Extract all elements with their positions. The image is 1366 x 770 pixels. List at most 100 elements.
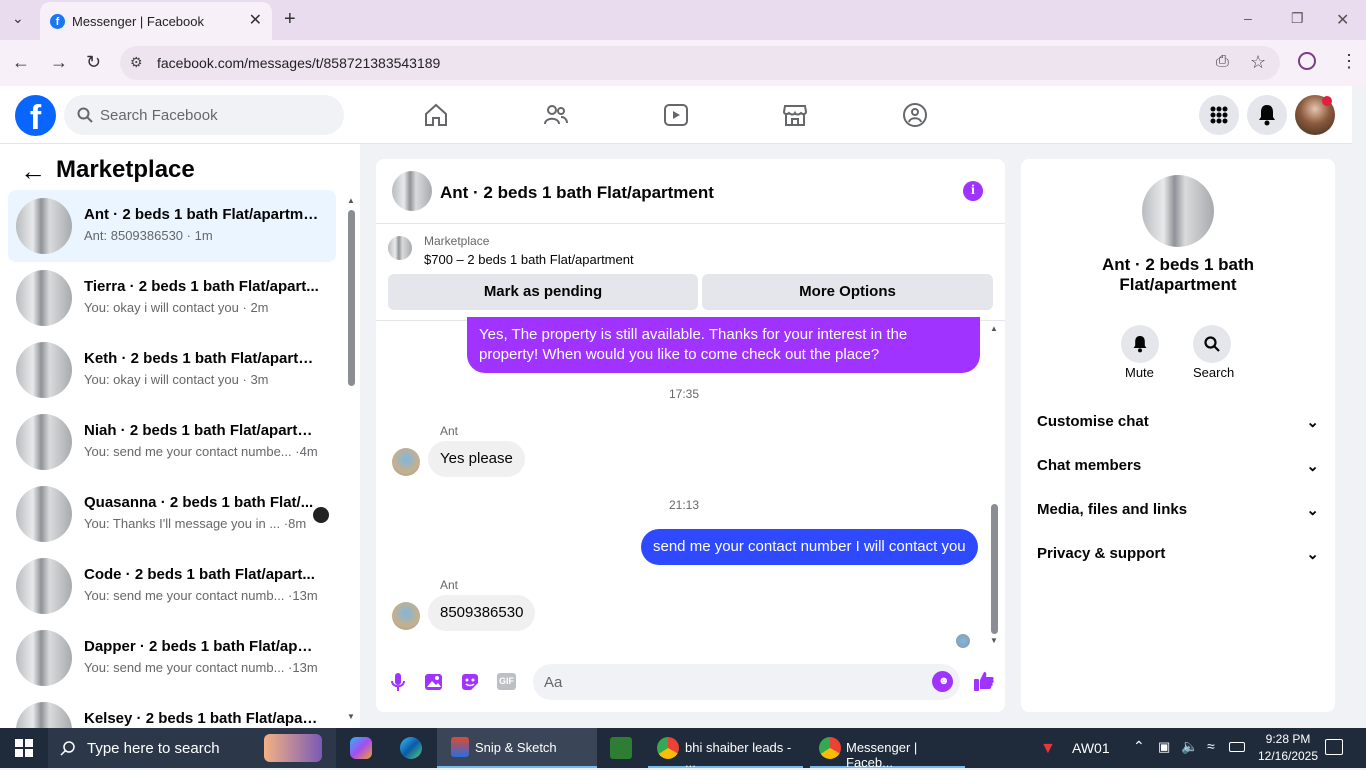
friends-icon[interactable] (543, 102, 569, 128)
address-bar[interactable]: ⚙ facebook.com/messages/t/85872138354318… (120, 46, 1280, 80)
windows-start-icon[interactable] (15, 739, 33, 757)
clock-date[interactable]: 12/16/2025 (1253, 749, 1323, 763)
back-arrow-icon[interactable]: ← (20, 156, 46, 187)
search-conversation-button[interactable] (1193, 325, 1231, 363)
facebook-favicon-icon: f (50, 14, 65, 29)
conversation-name: Niah · 2 beds 1 bath Flat/apartm... (84, 422, 320, 439)
customise-chat-section[interactable]: Customise chat ⌄ (1037, 413, 1319, 431)
chat-header: Ant · 2 beds 1 bath Flat/apartment i (376, 159, 1005, 224)
more-options-button[interactable]: More Options (702, 274, 993, 310)
groups-icon[interactable] (902, 102, 928, 128)
info-icon[interactable]: i (963, 181, 983, 201)
close-tab-icon[interactable]: ✕ (249, 10, 262, 30)
microphone-icon[interactable] (390, 672, 406, 692)
marketplace-icon[interactable] (782, 102, 808, 128)
scroll-thumb[interactable] (348, 210, 355, 386)
scroll-up-icon[interactable]: ▲ (990, 324, 998, 333)
chat-title[interactable]: Ant · 2 beds 1 bath Flat/apartment (440, 183, 714, 203)
restore-icon[interactable]: ❐ (1291, 10, 1304, 27)
tab-list-chevron-icon[interactable]: ⌄ (12, 10, 24, 27)
privacy-support-section[interactable]: Privacy & support ⌄ (1037, 545, 1319, 563)
taskbar-app-snip-sketch[interactable]: Snip & Sketch (437, 728, 597, 768)
conversation-name: Code · 2 beds 1 bath Flat/apart... (84, 566, 315, 583)
bookmark-star-icon[interactable]: ☆ (1250, 52, 1266, 73)
scroll-thumb[interactable] (991, 504, 998, 634)
scroll-up-icon[interactable]: ▲ (347, 196, 355, 205)
avatar (16, 630, 72, 686)
sticker-icon[interactable] (460, 672, 480, 692)
gif-icon[interactable]: GIF (497, 673, 516, 690)
list-item[interactable]: Ant · 2 beds 1 bath Flat/apartment Ant: … (8, 190, 336, 262)
home-icon[interactable] (423, 102, 449, 128)
stock-chart-icon[interactable]: ▼ (1040, 740, 1056, 758)
url-text: facebook.com/messages/t/858721383543189 (157, 55, 441, 71)
reload-icon[interactable]: ↻ (86, 52, 101, 73)
chat-scrollbar[interactable]: ▲ ▼ (990, 324, 1000, 650)
tray-chevron-up-icon[interactable]: ⌃ (1133, 738, 1145, 755)
notification-center-icon[interactable] (1325, 739, 1343, 755)
back-icon[interactable]: ← (12, 52, 30, 73)
facebook-logo-icon[interactable]: f (15, 95, 56, 137)
listing-thumbnail[interactable] (388, 236, 412, 260)
new-tab-icon[interactable]: + (284, 8, 296, 31)
mute-button[interactable] (1121, 325, 1159, 363)
taskbar-search-input[interactable]: Type here to search (48, 728, 336, 768)
search-facebook-input[interactable]: Search Facebook (64, 95, 344, 135)
avatar (16, 558, 72, 614)
page-scrollbar[interactable] (1352, 86, 1366, 728)
list-item[interactable]: Dapper · 2 beds 1 bath Flat/apar... You:… (8, 622, 336, 694)
taskbar-app-chrome-1[interactable]: bhi shaiber leads - ... (648, 728, 803, 770)
contact-avatar[interactable] (1142, 175, 1214, 247)
list-item[interactable]: Code · 2 beds 1 bath Flat/apart... You: … (8, 550, 336, 622)
install-app-icon[interactable]: ⎙ (1216, 53, 1229, 71)
copilot-icon[interactable] (350, 737, 372, 759)
chat-avatar[interactable] (392, 171, 432, 211)
message-timestamp: 17:35 (669, 387, 700, 401)
spreadsheet-icon[interactable] (610, 737, 632, 759)
list-item[interactable]: Keth · 2 beds 1 bath Flat/apartm... You:… (8, 334, 336, 406)
list-item[interactable]: Tierra · 2 beds 1 bath Flat/apart... You… (8, 262, 336, 334)
site-info-icon[interactable]: ⚙ (130, 54, 143, 71)
tray-label: AW01 (1072, 740, 1110, 756)
battery-icon[interactable] (1229, 742, 1245, 752)
forward-icon[interactable]: → (50, 52, 68, 73)
browser-tab[interactable]: f Messenger | Facebook ✕ (40, 2, 272, 40)
profile-icon[interactable] (1298, 52, 1316, 70)
volume-icon[interactable]: 🔈 (1181, 738, 1198, 755)
chat-members-section[interactable]: Chat members ⌄ (1037, 457, 1319, 475)
network-icon[interactable]: ≈ (1207, 738, 1215, 754)
list-item[interactable]: Niah · 2 beds 1 bath Flat/apartm... You:… (8, 406, 336, 478)
message-input[interactable]: Aa ☻ (533, 664, 960, 700)
incoming-message[interactable]: 8509386530 (428, 595, 536, 631)
clock-time[interactable]: 9:28 PM (1258, 732, 1318, 746)
incoming-message[interactable]: Yes please (428, 441, 525, 477)
windows-taskbar: Type here to search Snip & Sketch bhi sh… (0, 728, 1366, 770)
chevron-down-icon: ⌄ (1306, 546, 1319, 563)
outgoing-message[interactable]: send me your contact number I will conta… (641, 529, 978, 565)
meet-icon[interactable]: ▣ (1158, 739, 1170, 755)
chat-info-panel: Ant · 2 beds 1 bath Flat/apartment Mute … (1021, 159, 1335, 712)
video-icon[interactable] (663, 102, 689, 128)
list-item[interactable]: Quasanna · 2 beds 1 bath Flat/... You: T… (8, 478, 336, 550)
sender-avatar (392, 448, 420, 476)
scroll-down-icon[interactable]: ▼ (990, 636, 998, 645)
edge-icon[interactable] (400, 737, 422, 759)
conversation-preview: You: send me your contact numbe... ·4m (84, 444, 318, 459)
minimize-icon[interactable]: – (1244, 10, 1252, 26)
seen-avatar (313, 507, 329, 523)
outgoing-message[interactable]: Yes, The property is still available. Th… (467, 317, 980, 373)
media-files-links-section[interactable]: Media, files and links ⌄ (1037, 501, 1319, 519)
listing-text[interactable]: $700 – 2 beds 1 bath Flat/apartment (424, 252, 634, 267)
like-icon[interactable] (973, 670, 995, 692)
list-scrollbar[interactable]: ▲ ▼ (346, 196, 356, 726)
window-close-icon[interactable]: ✕ (1336, 10, 1349, 30)
notifications-button[interactable] (1247, 95, 1287, 135)
browser-menu-icon[interactable]: ⋮ (1340, 51, 1358, 72)
mark-as-pending-button[interactable]: Mark as pending (388, 274, 698, 310)
scroll-down-icon[interactable]: ▼ (347, 712, 355, 721)
conversation-name: Keth · 2 beds 1 bath Flat/apartm... (84, 350, 320, 367)
menu-grid-button[interactable] (1199, 95, 1239, 135)
photo-icon[interactable] (424, 672, 444, 692)
taskbar-app-chrome-2[interactable]: Messenger | Faceb... (810, 728, 965, 770)
conversation-preview: You: Thanks I'll message you in ... ·8m (84, 516, 307, 531)
